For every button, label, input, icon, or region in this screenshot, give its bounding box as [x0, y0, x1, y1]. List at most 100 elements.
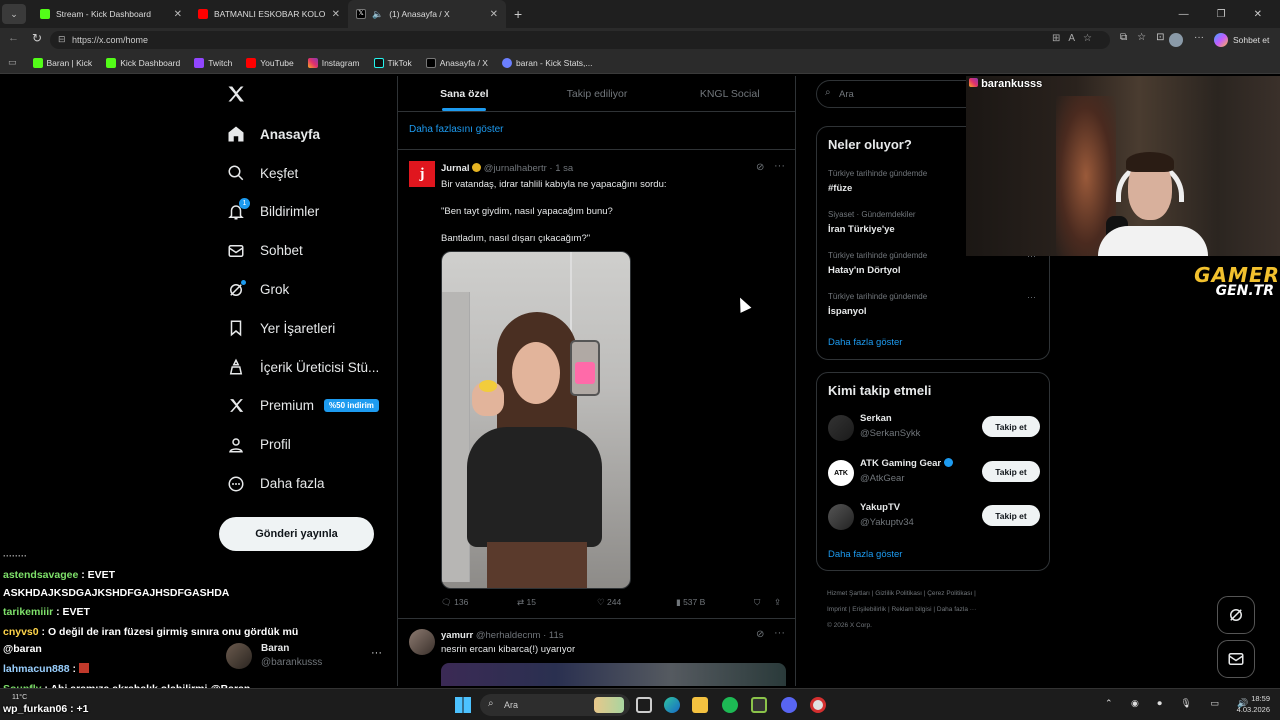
post[interactable]: yamurr @herhaldecnm · 11s ⊘ ··· nesrin e…	[398, 620, 796, 686]
taskbar-search[interactable]: ⌕ Ara	[480, 694, 630, 716]
bookmark-item[interactable]: baran - Kick Stats,...	[501, 57, 592, 68]
messages-fab[interactable]	[1217, 640, 1255, 678]
follow-show-more[interactable]: Daha fazla göster	[828, 549, 902, 560]
more-icon[interactable]: ···	[371, 647, 382, 659]
account-switcher[interactable]: Baran @barankusss ···	[226, 640, 386, 674]
bookmark-item[interactable]: YouTube	[246, 57, 294, 68]
post-time[interactable]: · 11s	[543, 630, 563, 641]
grok-icon[interactable]: ⊘	[756, 162, 764, 173]
post-media-preview[interactable]	[441, 663, 786, 686]
nav-explore[interactable]: Keşfet	[218, 154, 398, 193]
avatar[interactable]: j	[409, 161, 435, 187]
app-icon[interactable]	[751, 697, 767, 713]
new-tab-button[interactable]: +	[514, 6, 522, 22]
trend-item[interactable]: Siyaset · Gündemdekiler İran Türkiye'ye	[828, 210, 916, 235]
trend-item[interactable]: Türkiye tarihinde gündemde Hatay'ın Dörty…	[828, 251, 927, 276]
follow-button[interactable]: Takip et	[982, 461, 1040, 482]
follow-button[interactable]: Takip et	[982, 416, 1040, 437]
post-handle[interactable]: @jurnalhabertr	[484, 163, 547, 174]
follow-suggestion[interactable]: YakupTV @Yakuptv34 Takip et	[828, 502, 1040, 536]
post-author[interactable]: yamurr	[441, 630, 473, 641]
close-tab-icon[interactable]: ✕	[174, 9, 182, 20]
show-more-posts[interactable]: Daha fazlasını göster	[398, 112, 796, 150]
clock[interactable]: 18:59 4.03.2026	[1232, 693, 1270, 715]
speaker-icon[interactable]: 🔈	[372, 9, 383, 20]
trend-item[interactable]: Türkiye tarihinde gündemde İspanyol	[828, 292, 927, 317]
repost-button[interactable]: ⇄ 15	[517, 597, 536, 608]
address-bar[interactable]: ⊟ https://x.com/home ⊞A☆	[50, 31, 1110, 49]
bookmark-item[interactable]: Instagram	[307, 57, 360, 68]
bookmark-item[interactable]: Kick Dashboard	[106, 57, 180, 68]
nav-more[interactable]: Daha fazla	[218, 464, 398, 503]
nav-notifications[interactable]: 1 Bildirimler	[218, 193, 398, 232]
post-handle[interactable]: @herhaldecnm	[476, 630, 541, 641]
bookmark-item[interactable]: Anasayfa / X	[425, 57, 488, 68]
nav-profile[interactable]: Profil	[218, 425, 398, 464]
reload-icon[interactable]: ↻	[32, 31, 42, 45]
follow-suggestion[interactable]: ATK ATK Gaming Gear @AtkGear Takip et	[828, 458, 1040, 492]
footer-link[interactable]: Çerez Politikası	[927, 590, 972, 597]
menu-icon[interactable]: ···	[1194, 32, 1204, 43]
follow-suggestion[interactable]: Serkan @SerkanSykk Takip et	[828, 413, 1040, 447]
footer-link[interactable]: Erişilebilirlik	[852, 606, 886, 613]
browser-tab-x[interactable]: 𝕏 🔈 (1) Anasayfa / X ✕	[348, 0, 506, 28]
nav-premium[interactable]: Premium %50 indirim	[218, 387, 398, 426]
more-icon[interactable]: ···	[774, 160, 785, 172]
more-icon[interactable]: ···	[1027, 292, 1036, 302]
grok-fab[interactable]	[1217, 596, 1255, 634]
maximize-icon[interactable]: ❐	[1217, 9, 1226, 20]
browser-tab-youtube[interactable]: BATMANLI ESKOBAR KOLOMBİYA ✕	[190, 0, 348, 28]
grok-icon[interactable]: ⊘	[756, 629, 764, 640]
footer-link[interactable]: Imprint	[827, 606, 847, 613]
weather-widget[interactable]: 11°C	[12, 694, 27, 701]
bookmark-item[interactable]: Twitch	[194, 57, 232, 68]
task-view-icon[interactable]	[636, 697, 652, 713]
close-tab-icon[interactable]: ✕	[490, 9, 498, 20]
post-button[interactable]: Gönderi yayınla	[219, 517, 374, 551]
post[interactable]: j Jurnal @jurnalhabertr · 1 sa ⊘ ··· Bir…	[398, 151, 796, 619]
nav-home[interactable]: Anasayfa	[218, 115, 398, 154]
edge-icon[interactable]	[664, 697, 680, 713]
tab-kngl-social[interactable]: KNGL Social	[663, 76, 796, 111]
close-tab-icon[interactable]: ✕	[332, 9, 340, 20]
footer-link[interactable]: Reklam bilgisi	[891, 606, 931, 613]
trend-item[interactable]: Türkiye tarihinde gündemde #füze	[828, 169, 927, 194]
nav-grok[interactable]: Grok	[218, 270, 398, 309]
views-button[interactable]: ▮ 537 B	[676, 597, 705, 608]
footer-link[interactable]: Gizlilik Politikası	[875, 590, 922, 597]
opera-icon[interactable]	[810, 697, 826, 713]
reading-view-icon[interactable]: ▭	[8, 57, 17, 68]
post-image[interactable]	[441, 251, 631, 589]
post-time[interactable]: · 1 sa	[549, 163, 573, 174]
bookmark-item[interactable]: Baran | Kick	[32, 57, 92, 68]
file-explorer-icon[interactable]	[692, 697, 708, 713]
back-icon[interactable]: ←	[8, 32, 19, 44]
site-info-icon[interactable]: ⊟	[58, 34, 66, 45]
browser-tab-kick[interactable]: Stream - Kick Dashboard ✕	[32, 0, 190, 28]
more-icon[interactable]: ···	[774, 627, 785, 639]
post-author[interactable]: Jurnal	[441, 163, 470, 174]
avatar[interactable]	[409, 629, 435, 655]
nav-chat[interactable]: Sohbet	[218, 231, 398, 270]
extensions-icon[interactable]: ⧉☆⊡	[1120, 32, 1174, 43]
bookmark-item[interactable]: TikTok	[373, 57, 412, 68]
copilot-button[interactable]: Sohbet et	[1214, 32, 1269, 48]
x-home-logo[interactable]	[226, 84, 248, 106]
discord-icon[interactable]	[781, 697, 797, 713]
like-button[interactable]: ♡ 244	[597, 597, 621, 608]
bookmark-icon[interactable]: ⛉	[754, 597, 760, 608]
follow-button[interactable]: Takip et	[982, 505, 1040, 526]
spotify-icon[interactable]	[722, 697, 738, 713]
footer-link[interactable]: Daha fazla ···	[937, 606, 976, 613]
avatar[interactable]	[1169, 33, 1183, 47]
tab-list-button[interactable]: ⌄	[2, 4, 26, 24]
minimize-icon[interactable]: —	[1179, 9, 1189, 20]
close-window-icon[interactable]: ✕	[1254, 9, 1262, 20]
trends-show-more[interactable]: Daha fazla göster	[828, 337, 902, 348]
share-icon[interactable]: ⇪	[774, 597, 781, 608]
tab-for-you[interactable]: Sana özel	[398, 76, 531, 111]
windows-start-icon[interactable]	[455, 697, 471, 713]
reply-button[interactable]: 🗨︎ 136	[441, 597, 468, 608]
tab-following[interactable]: Takip ediliyor	[531, 76, 664, 111]
nav-bookmarks[interactable]: Yer İşaretleri	[218, 309, 398, 348]
